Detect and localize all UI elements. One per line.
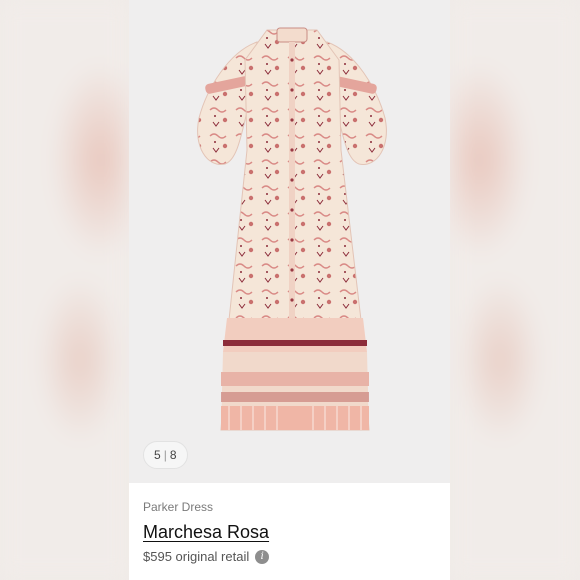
product-card: 5 | 8 Parker Dress Marchesa Rosa $595 or… bbox=[129, 0, 450, 580]
price-row: $595 original retail i bbox=[143, 549, 443, 564]
image-counter: 5 | 8 bbox=[143, 441, 188, 469]
info-icon[interactable]: i bbox=[255, 549, 270, 564]
blurred-background-left bbox=[0, 0, 129, 580]
counter-current: 5 bbox=[154, 448, 161, 462]
product-info: Parker Dress Marchesa Rosa $595 original… bbox=[143, 500, 443, 564]
counter-separator: | bbox=[163, 448, 167, 462]
dress-illustration bbox=[197, 27, 387, 431]
blurred-background-right bbox=[450, 0, 580, 580]
product-image[interactable]: 5 | 8 bbox=[129, 0, 450, 483]
product-subtitle: Parker Dress bbox=[143, 500, 214, 514]
original-retail-price: $595 original retail bbox=[143, 549, 250, 564]
product-title-link[interactable]: Marchesa Rosa bbox=[143, 522, 269, 543]
counter-total: 8 bbox=[169, 448, 177, 462]
